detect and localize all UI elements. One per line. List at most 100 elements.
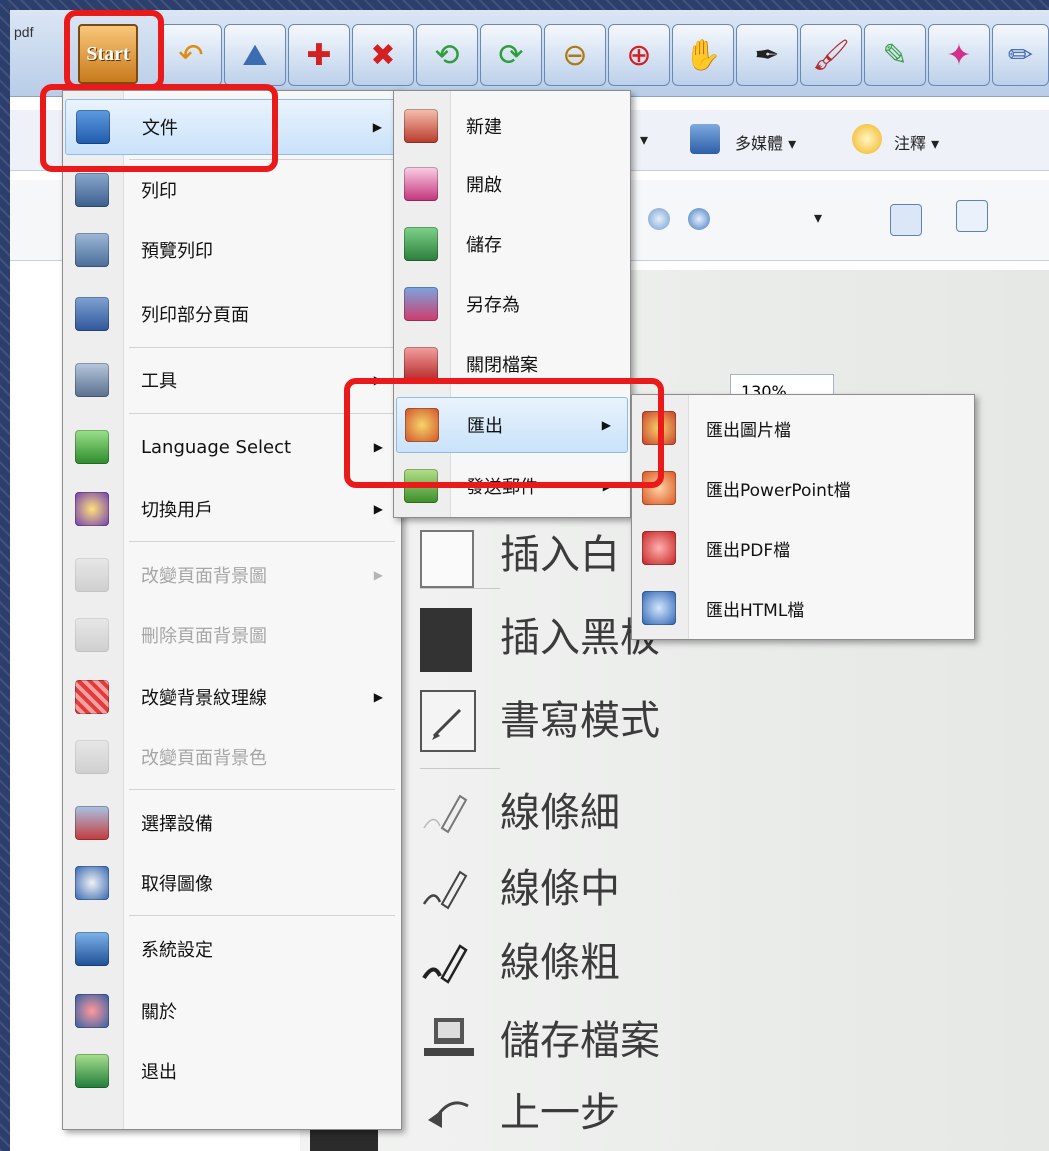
menu-item-bg-color[interactable]: 改變頁面背景色 [65, 729, 399, 785]
menu-item-switch-user[interactable]: 切換用戶 ▶ [65, 481, 399, 537]
language-icon [75, 430, 109, 464]
menu-item-export-html[interactable]: 匯出HTML檔 [634, 581, 972, 635]
divider [420, 768, 500, 769]
divider [129, 541, 395, 542]
menu-item-label: 開啟 [466, 175, 502, 196]
menu-item-label: 刪除頁面背景圖 [141, 626, 267, 647]
menu-item-label: 切換用戶 [141, 500, 213, 521]
image-icon[interactable]: ⛰ [224, 24, 286, 86]
annotation-menu[interactable]: 注釋 ▾ [894, 130, 939, 154]
menu-item-label: 預覽列印 [141, 241, 213, 262]
bg-item-writing-mode[interactable]: 書寫模式 [500, 688, 660, 746]
divider [129, 915, 395, 916]
menu-item-label: 選擇設備 [141, 814, 213, 835]
menu-item-label: 改變背景紋理線 [141, 688, 267, 709]
open-file-icon [404, 167, 438, 201]
multimedia-icon [690, 124, 720, 154]
menu-item-save-as[interactable]: 另存為 [396, 277, 628, 331]
zoom-dropdown-arrow[interactable]: ▾ [814, 208, 822, 227]
bg-item-undo[interactable]: 上一步 [500, 1080, 620, 1138]
menu-item-acquire-image[interactable]: 取得圖像 [65, 855, 399, 911]
delete-background-icon [75, 618, 109, 652]
menu-item-exit[interactable]: 退出 [65, 1043, 399, 1099]
divider [129, 347, 395, 348]
submenu-arrow-icon: ▶ [373, 502, 383, 516]
brush-icon[interactable]: 🖌 [800, 24, 862, 86]
delete-page-icon[interactable]: ✖ [352, 24, 414, 86]
save-file-icon [420, 1010, 478, 1068]
highlight-start [64, 10, 164, 90]
submenu-arrow-icon: ▶ [373, 690, 383, 704]
pen-thick-icon [420, 932, 478, 990]
pdf-icon [642, 531, 676, 565]
print-partial-icon [75, 297, 109, 331]
menu-item-print-preview[interactable]: 預覽列印 [65, 223, 399, 277]
hand-icon[interactable]: ✋ [672, 24, 734, 86]
menu-item-new[interactable]: 新建 [396, 99, 628, 153]
save-icon [404, 227, 438, 261]
annotation-icon [852, 124, 882, 154]
document-name: pdf [14, 24, 34, 40]
next-page-icon[interactable]: ⟳ [480, 24, 542, 86]
bg-item-line-thin[interactable]: 線條細 [500, 780, 620, 838]
menu-item-label: 匯出HTML檔 [706, 600, 805, 621]
menu-item-delete-bg-image[interactable]: 刪除頁面背景圖 [65, 607, 399, 663]
menu-item-label: 匯出PDF檔 [706, 540, 791, 561]
menu-item-label: 系統設定 [141, 940, 213, 961]
menu-item-save[interactable]: 儲存 [396, 217, 628, 271]
menu-item-label: 列印部分頁面 [141, 305, 249, 326]
menu-item-label: 關閉檔案 [466, 355, 538, 376]
bg-item-save-file[interactable]: 儲存檔案 [500, 1008, 660, 1066]
menu-item-label: 關於 [141, 1002, 177, 1023]
menu-item-select-device[interactable]: 選擇設備 [65, 795, 399, 851]
fit-page-icon[interactable] [956, 200, 988, 232]
ribbon-dropdown-arrow[interactable]: ▾ [640, 130, 648, 149]
zoom-out-small-icon[interactable] [648, 208, 670, 230]
app-window: 插入白 插入黑板 書寫模式 線條細 線條中 線條粗 儲存檔案 上一步 ▾ 多媒體… [10, 10, 1049, 1151]
insert-blackboard-icon [420, 608, 472, 672]
bg-item-insert-white[interactable]: 插入白 [500, 522, 620, 580]
menu-item-label: 改變頁面背景圖 [141, 566, 267, 587]
menu-item-about[interactable]: 關於 [65, 983, 399, 1039]
divider [129, 789, 395, 790]
magic-pen-icon[interactable]: ✦ [928, 24, 990, 86]
add-page-icon[interactable]: ✚ [288, 24, 350, 86]
save-as-icon [404, 287, 438, 321]
menu-item-export-pdf[interactable]: 匯出PDF檔 [634, 521, 972, 575]
menu-item-print-partial[interactable]: 列印部分頁面 [65, 287, 399, 341]
zoom-out-icon[interactable]: ⊖ [544, 24, 606, 86]
submenu-arrow-icon: ▶ [372, 120, 382, 134]
about-icon [75, 994, 109, 1028]
html-icon [642, 591, 676, 625]
menu-item-export-image[interactable]: 匯出圖片檔 [634, 401, 972, 455]
close-file-icon [404, 347, 438, 381]
writing-mode-icon [420, 690, 476, 752]
highlight-export [344, 378, 664, 488]
pencil-icon[interactable]: ✏ [992, 24, 1049, 86]
undo-redo-icon[interactable]: ↶ [160, 24, 222, 86]
texture-icon [75, 680, 109, 714]
multimedia-menu[interactable]: 多媒體 ▾ [735, 130, 796, 154]
menu-item-export-powerpoint[interactable]: 匯出PowerPoint檔 [634, 461, 972, 515]
highlighter-icon[interactable]: ✎ [864, 24, 926, 86]
exit-icon [75, 1054, 109, 1088]
fit-width-icon[interactable] [890, 204, 922, 236]
zoom-in-icon[interactable]: ⊕ [608, 24, 670, 86]
menu-item-system-settings[interactable]: 系統設定 [65, 921, 399, 977]
menu-item-label: 工具 [141, 371, 177, 392]
bg-item-line-thick[interactable]: 線條粗 [500, 930, 620, 988]
pen-icon[interactable]: ✒ [736, 24, 798, 86]
menu-item-open[interactable]: 開啟 [396, 157, 628, 211]
menu-item-label: Language Select [141, 436, 292, 458]
zoom-in-small-icon[interactable] [688, 208, 710, 230]
prev-page-icon[interactable]: ⟲ [416, 24, 478, 86]
menu-item-bg-texture[interactable]: 改變背景紋理線 ▶ [65, 669, 399, 725]
start-menu: 文件 ▶ 列印 預覽列印 列印部分頁面 工具 ▶ Language Select… [62, 90, 402, 1130]
background-color-icon [75, 740, 109, 774]
bg-item-line-medium[interactable]: 線條中 [500, 856, 620, 914]
menu-item-label: 另存為 [466, 295, 520, 316]
menu-item-change-bg-image[interactable]: 改變頁面背景圖 ▶ [65, 547, 399, 603]
background-image-icon [75, 558, 109, 592]
camera-icon [75, 866, 109, 900]
settings-icon [75, 932, 109, 966]
